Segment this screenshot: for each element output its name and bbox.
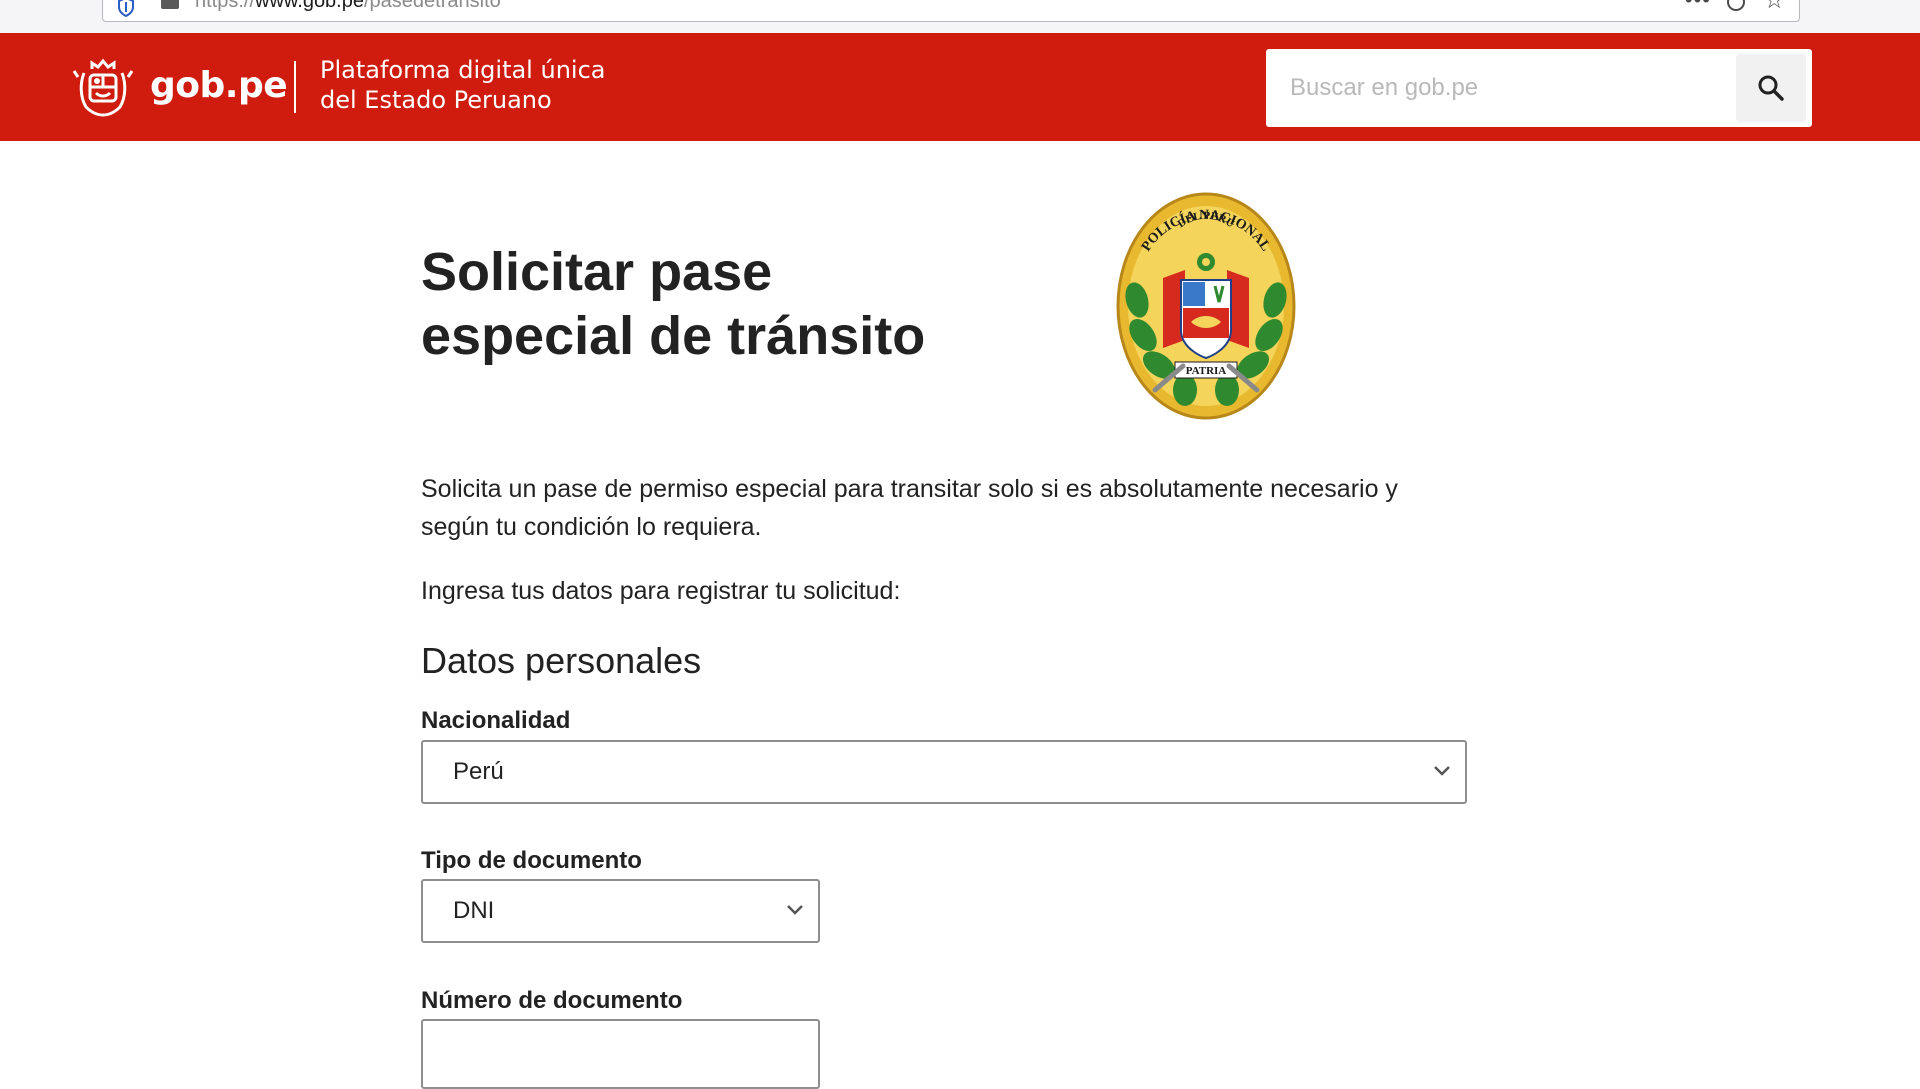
page-title: Solicitar pase especial de tránsito (421, 240, 981, 368)
peru-coat-of-arms-icon[interactable] (72, 57, 134, 117)
page-info-icon[interactable] (161, 0, 179, 9)
nationality-label: Nacionalidad (421, 707, 571, 734)
document-type-select[interactable]: DNI (421, 879, 820, 943)
document-number-input[interactable] (421, 1019, 820, 1089)
url-text[interactable]: https://www.gob.pe/pasedetransito (195, 0, 501, 11)
pocket-icon[interactable] (1727, 0, 1745, 11)
document-type-label: Tipo de documento (421, 847, 642, 874)
police-seal-logo: POLICÍA NACIONAL DEL PERÚ PATRIA (1116, 192, 1296, 420)
chevron-down-icon (787, 905, 803, 915)
brand-name[interactable]: gob.pe (150, 63, 288, 109)
section-title-datos-personales: Datos personales (421, 640, 702, 681)
brand-divider (294, 61, 296, 113)
page-actions-icon[interactable]: ••• (1685, 0, 1711, 13)
intro-text: Solicita un pase de permiso especial par… (421, 475, 1398, 541)
document-type-selected-value: DNI (453, 897, 495, 924)
search-button[interactable] (1736, 54, 1806, 122)
instruction-text: Ingresa tus datos para registrar tu soli… (421, 577, 901, 605)
nationality-selected-value: Perú (453, 758, 504, 785)
search-icon (1758, 75, 1784, 101)
seal-text-banner: PATRIA (1186, 365, 1227, 377)
site-header: gob.pe Plataforma digital única del Esta… (0, 33, 1920, 141)
search-box (1266, 49, 1812, 127)
brand-tagline: Plataforma digital única del Estado Peru… (320, 55, 605, 115)
page-title-line-1: Solicitar pase (421, 242, 773, 302)
tagline-line-2: del Estado Peruano (320, 86, 552, 114)
search-input[interactable] (1266, 49, 1732, 127)
browser-toolbar: https://www.gob.pe/pasedetransito ••• ☆ (0, 0, 1920, 33)
shield-icon[interactable] (117, 0, 135, 17)
bookmark-star-icon[interactable]: ☆ (1763, 0, 1785, 13)
chevron-down-icon (1434, 766, 1450, 776)
address-bar[interactable]: https://www.gob.pe/pasedetransito ••• ☆ (102, 0, 1800, 22)
tagline-line-1: Plataforma digital única (320, 56, 606, 84)
page-title-line-2: especial de tránsito (421, 306, 926, 366)
document-number-label: Número de documento (421, 987, 683, 1014)
nationality-select[interactable]: Perú (421, 740, 1467, 804)
